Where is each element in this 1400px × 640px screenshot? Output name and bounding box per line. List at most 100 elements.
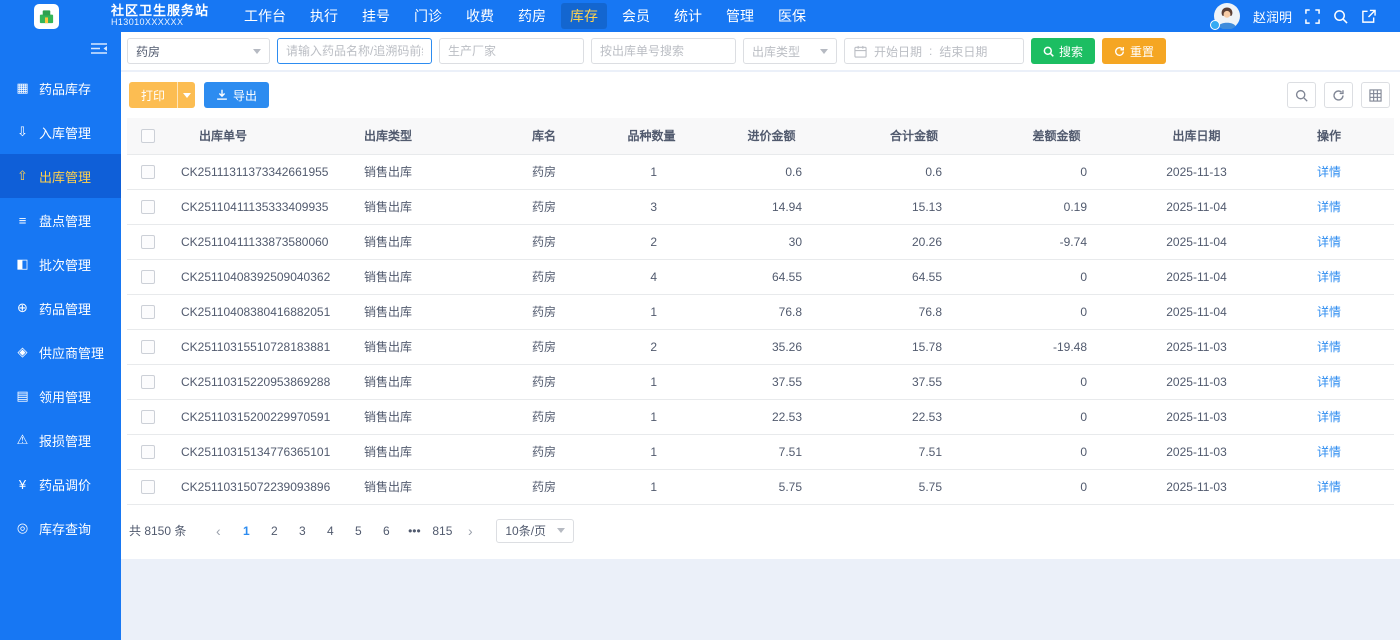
nav-item[interactable]: 药房 xyxy=(509,3,555,29)
sidebar-item[interactable]: ◎ 库存查询 xyxy=(0,506,121,550)
row-checkbox[interactable] xyxy=(141,409,155,424)
table-columns-button[interactable] xyxy=(1361,82,1390,108)
sidebar-item[interactable]: ⚠ 报损管理 xyxy=(0,418,121,462)
cell-outbound-type: 销售出库 xyxy=(349,469,484,505)
page-button[interactable]: ••• xyxy=(401,519,427,543)
sidebar-item[interactable]: ¥ 药品调价 xyxy=(0,462,121,506)
detail-link[interactable]: 详情 xyxy=(1317,445,1341,459)
reset-button[interactable]: 重置 xyxy=(1102,38,1167,64)
print-button[interactable]: 打印 xyxy=(129,82,177,108)
detail-link[interactable]: 详情 xyxy=(1317,235,1341,249)
row-checkbox[interactable] xyxy=(141,164,155,179)
row-checkbox[interactable] xyxy=(141,234,155,249)
sidebar: ▦ 药品库存 ⇩ 入库管理 ⇧ 出库管理 ≡ 盘点管理 ◧ 批次管理 ⊕ 药品管… xyxy=(0,32,121,640)
nav-item[interactable]: 库存 xyxy=(561,3,608,29)
manufacturer-input[interactable] xyxy=(439,38,584,64)
cell-outbound-type: 销售出库 xyxy=(349,224,484,260)
cell-cost-amount: 0.6 xyxy=(699,154,844,190)
row-checkbox[interactable] xyxy=(141,269,155,284)
sidebar-item-icon: ▦ xyxy=(16,80,29,95)
sidebar-item[interactable]: ⇧ 出库管理 xyxy=(0,154,121,198)
detail-link[interactable]: 详情 xyxy=(1317,165,1341,179)
sidebar-item[interactable]: ▦ 药品库存 xyxy=(0,66,121,110)
export-button[interactable]: 导出 xyxy=(204,82,270,108)
page-button[interactable]: 3 xyxy=(289,519,315,543)
row-checkbox[interactable] xyxy=(141,339,155,354)
detail-link[interactable]: 详情 xyxy=(1317,270,1341,284)
detail-link[interactable]: 详情 xyxy=(1317,410,1341,424)
fullscreen-icon[interactable] xyxy=(1305,8,1320,24)
date-range-picker[interactable]: 开始日期 : 结束日期 xyxy=(844,38,1024,64)
sidebar-item-icon: ⚠ xyxy=(16,432,29,447)
cell-cost-amount: 22.53 xyxy=(699,399,844,435)
sidebar-item[interactable]: ◧ 批次管理 xyxy=(0,242,121,286)
toolbar: 打印 导出 xyxy=(127,80,1394,118)
page-size-value: 10条/页 xyxy=(505,524,547,538)
row-checkbox[interactable] xyxy=(141,304,155,319)
page-size-select[interactable]: 10条/页 xyxy=(496,518,575,543)
table-row: CK25110411135333409935 销售出库 药房 3 14.94 1… xyxy=(127,189,1394,225)
sidebar-item[interactable]: ◈ 供应商管理 xyxy=(0,330,121,374)
drug-name-input[interactable] xyxy=(277,38,432,64)
page-button[interactable]: 1 xyxy=(233,519,259,543)
nav-item[interactable]: 管理 xyxy=(717,3,763,29)
row-checkbox[interactable] xyxy=(141,199,155,214)
detail-link[interactable]: 详情 xyxy=(1317,375,1341,389)
page-button[interactable]: 4 xyxy=(317,519,343,543)
cell-outbound-date: 2025-11-03 xyxy=(1129,434,1264,470)
search-icon[interactable] xyxy=(1333,9,1348,24)
sidebar-item[interactable]: ▤ 领用管理 xyxy=(0,374,121,418)
cell-cost-amount: 35.26 xyxy=(699,329,844,365)
page-button[interactable]: 815 xyxy=(429,519,455,543)
select-all-checkbox[interactable] xyxy=(141,129,155,144)
column-header: 合计金额 xyxy=(844,118,984,155)
app-logo xyxy=(34,3,59,29)
nav-item[interactable]: 工作台 xyxy=(235,3,295,29)
next-page-button[interactable]: › xyxy=(457,519,483,543)
page-button[interactable]: 6 xyxy=(373,519,399,543)
cell-outbound-date: 2025-11-04 xyxy=(1129,189,1264,225)
cell-outbound-type: 销售出库 xyxy=(349,434,484,470)
nav-item[interactable]: 收费 xyxy=(457,3,503,29)
page-button[interactable]: 2 xyxy=(261,519,287,543)
outbound-type-select[interactable]: 出库类型 xyxy=(743,38,837,64)
table-refresh-button[interactable] xyxy=(1324,82,1353,108)
order-no-input[interactable] xyxy=(591,38,736,64)
row-checkbox[interactable] xyxy=(141,374,155,389)
nav-item[interactable]: 门诊 xyxy=(405,3,451,29)
search-icon xyxy=(1295,89,1308,102)
row-checkbox[interactable] xyxy=(141,444,155,459)
sidebar-item[interactable]: ≡ 盘点管理 xyxy=(0,198,121,242)
cell-warehouse: 药房 xyxy=(484,189,604,225)
avatar[interactable] xyxy=(1209,3,1240,30)
sidebar-item[interactable]: ⇩ 入库管理 xyxy=(0,110,121,154)
collapse-menu-icon[interactable] xyxy=(91,42,107,55)
page-button[interactable]: 5 xyxy=(345,519,371,543)
sidebar-menu: ▦ 药品库存 ⇩ 入库管理 ⇧ 出库管理 ≡ 盘点管理 ◧ 批次管理 ⊕ 药品管… xyxy=(0,66,121,550)
search-button[interactable]: 搜索 xyxy=(1031,38,1096,64)
cell-diff-amount: 0 xyxy=(984,364,1129,400)
prev-page-button[interactable]: ‹ xyxy=(205,519,231,543)
cell-outbound-date: 2025-11-04 xyxy=(1129,294,1264,330)
detail-link[interactable]: 详情 xyxy=(1317,480,1341,494)
detail-link[interactable]: 详情 xyxy=(1317,200,1341,214)
sidebar-item-label: 药品管理 xyxy=(39,301,92,317)
sidebar-item[interactable]: ⊕ 药品管理 xyxy=(0,286,121,330)
detail-link[interactable]: 详情 xyxy=(1317,305,1341,319)
detail-link[interactable]: 详情 xyxy=(1317,340,1341,354)
cell-cost-amount: 64.55 xyxy=(699,259,844,295)
print-dropdown-caret[interactable] xyxy=(177,82,195,108)
external-link-icon[interactable] xyxy=(1361,9,1376,24)
row-checkbox[interactable] xyxy=(141,479,155,494)
nav-item[interactable]: 医保 xyxy=(769,3,815,29)
cell-outbound-type: 销售出库 xyxy=(349,329,484,365)
table-search-button[interactable] xyxy=(1287,82,1316,108)
nav-item[interactable]: 挂号 xyxy=(353,3,399,29)
warehouse-select[interactable]: 药房 xyxy=(127,38,270,64)
nav-item[interactable]: 统计 xyxy=(665,3,711,29)
nav-item[interactable]: 会员 xyxy=(613,3,659,29)
sidebar-item-icon: ⊕ xyxy=(17,300,28,315)
username[interactable]: 赵润明 xyxy=(1253,7,1292,26)
nav-item[interactable]: 执行 xyxy=(301,3,347,29)
table-row: CK25110408380416882051 销售出库 药房 1 76.8 76… xyxy=(127,294,1394,330)
